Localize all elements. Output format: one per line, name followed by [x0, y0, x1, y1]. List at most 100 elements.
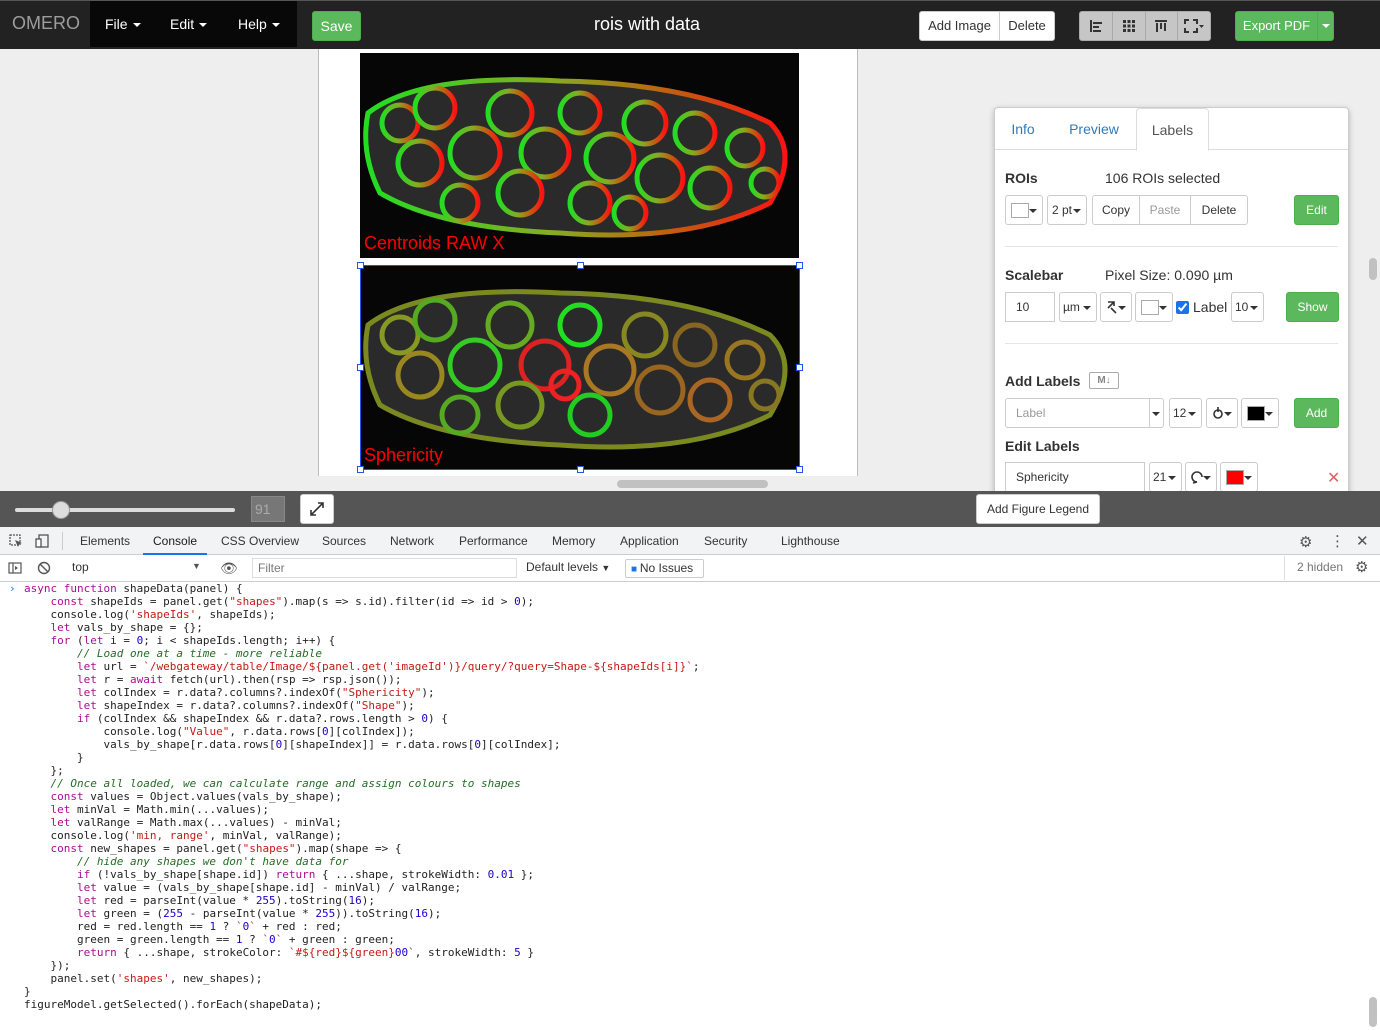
devtools-tab-application[interactable]: Application	[620, 534, 679, 548]
add-label-button[interactable]: Add	[1294, 398, 1339, 428]
color-swatch	[1011, 202, 1029, 218]
console-settings-icon[interactable]: ⚙	[1355, 558, 1368, 576]
help-menu[interactable]: Help	[238, 16, 280, 32]
eye-icon[interactable]: 👁	[220, 560, 238, 577]
chevron-down-icon[interactable]	[1318, 12, 1333, 40]
scalebar-color-picker[interactable]	[1135, 292, 1173, 322]
resize-handle[interactable]	[357, 364, 364, 371]
devtools-tab-memory[interactable]: Memory	[552, 534, 595, 548]
sidebar-toggle-icon[interactable]	[8, 561, 22, 575]
roi-stroke-width-select[interactable]: 2 pt	[1047, 195, 1087, 225]
devtools-tab-console[interactable]: Console	[153, 534, 197, 548]
label-color-picker[interactable]	[1241, 398, 1279, 428]
align-left-icon[interactable]	[1080, 12, 1113, 40]
fit-to-screen-button[interactable]	[300, 494, 334, 524]
devtools-tab-sources[interactable]: Sources	[322, 534, 366, 548]
scalebar-font-size-select[interactable]: 10	[1231, 292, 1264, 322]
roi-delete-button[interactable]: Delete	[1190, 195, 1248, 225]
code-line: let value = (vals_by_shape[shape.id] - m…	[76, 881, 462, 894]
scalebar-unit-select[interactable]: µm	[1059, 292, 1097, 322]
app-brand[interactable]: OMERO	[12, 13, 80, 34]
roi-paste-button[interactable]: Paste	[1139, 195, 1191, 225]
code-line: async function shapeData(panel) {	[24, 582, 243, 595]
issues-button[interactable]: ■ No Issues	[625, 559, 704, 578]
edit-label-position-select[interactable]	[1185, 462, 1217, 492]
devtools-tab-css-overview[interactable]: CSS Overview	[221, 534, 299, 548]
add-image-button[interactable]: Add Image	[919, 11, 1000, 41]
console-output[interactable]: › async function shapeData(panel) { cons…	[0, 582, 1366, 1030]
code-line: if (colIndex && shapeIndex && r.data?.ro…	[76, 712, 448, 725]
log-levels-dropdown[interactable]: Default levels ▼	[526, 560, 610, 574]
label-font-size-select[interactable]: 12	[1169, 398, 1202, 428]
divider	[62, 532, 63, 550]
resize-handle[interactable]	[357, 262, 364, 269]
label-checkbox[interactable]	[1176, 300, 1189, 314]
figure-canvas[interactable]: Centroids RAW X Sphericity Info Preview …	[0, 49, 1380, 503]
devtools-tab-performance[interactable]: Performance	[459, 534, 528, 548]
delete-panel-button[interactable]: Delete	[999, 11, 1055, 41]
zoom-value-input[interactable]: 91	[251, 496, 285, 522]
label-position-select[interactable]	[1206, 398, 1238, 428]
export-pdf-button[interactable]: Export PDF	[1235, 11, 1334, 41]
scalebar-show-button[interactable]: Show	[1286, 292, 1339, 322]
chevron-down-icon	[1118, 306, 1126, 310]
console-scrollbar[interactable]	[1369, 997, 1377, 1027]
align-top-icon[interactable]	[1146, 12, 1179, 40]
expand-dropdown-icon[interactable]	[1178, 12, 1210, 40]
resize-handle[interactable]	[577, 466, 584, 473]
markdown-icon[interactable]: M↓	[1089, 372, 1119, 389]
code-line: green = green.length == 1 ? `0` + green …	[24, 933, 395, 946]
devtools-tab-lighthouse[interactable]: Lighthouse	[781, 534, 840, 548]
tab-info[interactable]: Info	[1001, 108, 1045, 150]
grid-icon[interactable]	[1113, 12, 1146, 40]
horizontal-scrollbar[interactable]	[617, 480, 768, 488]
scalebar-length-input[interactable]: 10	[1005, 292, 1055, 322]
vertical-scrollbar[interactable]	[1369, 258, 1377, 280]
device-toggle-icon[interactable]	[35, 534, 49, 548]
settings-gear-icon[interactable]: ⚙	[1299, 533, 1312, 551]
expand-icon	[310, 502, 324, 516]
add-figure-legend-button[interactable]: Add Figure Legend	[976, 494, 1100, 524]
image-panel-centroids[interactable]: Centroids RAW X	[360, 53, 799, 258]
resize-handle[interactable]	[577, 262, 584, 269]
zoom-slider-track[interactable]	[15, 508, 235, 512]
chevron-down-icon: ▼	[192, 561, 201, 571]
console-filter-input[interactable]: Filter	[252, 558, 517, 578]
resize-handle[interactable]	[357, 466, 364, 473]
devtools-tab-security[interactable]: Security	[704, 534, 747, 548]
roi-edit-button[interactable]: Edit	[1294, 195, 1339, 225]
code-line: vals_by_shape[r.data.rows[0][shapeIndex]…	[24, 738, 561, 751]
label-options-dropdown[interactable]	[1149, 398, 1164, 428]
tab-preview[interactable]: Preview	[1061, 108, 1127, 150]
close-icon[interactable]: ✕	[1327, 468, 1340, 488]
tab-labels[interactable]: Labels	[1136, 108, 1209, 151]
resize-handle[interactable]	[796, 466, 803, 473]
devtools-tab-network[interactable]: Network	[390, 534, 434, 548]
devtools-tab-elements[interactable]: Elements	[80, 534, 130, 548]
color-swatch	[1141, 299, 1159, 315]
resize-handle[interactable]	[796, 364, 803, 371]
file-menu[interactable]: File	[105, 16, 141, 32]
scalebar-position-select[interactable]	[1100, 292, 1132, 322]
resize-handle[interactable]	[796, 262, 803, 269]
edit-label-color-picker[interactable]	[1220, 462, 1258, 492]
inspect-icon[interactable]	[9, 534, 23, 548]
save-button[interactable]: Save	[312, 11, 361, 41]
roi-color-picker[interactable]	[1005, 195, 1043, 225]
scalebar-label-checkbox[interactable]: Label	[1176, 299, 1227, 315]
more-options-icon[interactable]: ⋮	[1330, 532, 1345, 550]
label-text-input[interactable]: Label	[1005, 398, 1150, 428]
context-selector[interactable]: top ▼	[72, 560, 202, 574]
edit-label-text-input[interactable]: Sphericity	[1005, 462, 1145, 492]
edit-label-font-size-select[interactable]: 21	[1149, 462, 1182, 492]
code-line: let vals_by_shape = {};	[50, 621, 203, 634]
code-line: let green = (255 - parseInt(value * 255)…	[76, 907, 442, 920]
roi-copy-button[interactable]: Copy	[1092, 195, 1140, 225]
zoom-slider-thumb[interactable]	[52, 501, 70, 519]
chevron-down-icon	[271, 23, 280, 28]
issues-icon: ■	[631, 564, 640, 575]
clear-console-icon[interactable]	[37, 561, 51, 575]
edit-labels-title: Edit Labels	[1005, 438, 1080, 454]
close-icon[interactable]: ✕	[1356, 532, 1369, 550]
edit-menu[interactable]: Edit	[170, 16, 208, 32]
